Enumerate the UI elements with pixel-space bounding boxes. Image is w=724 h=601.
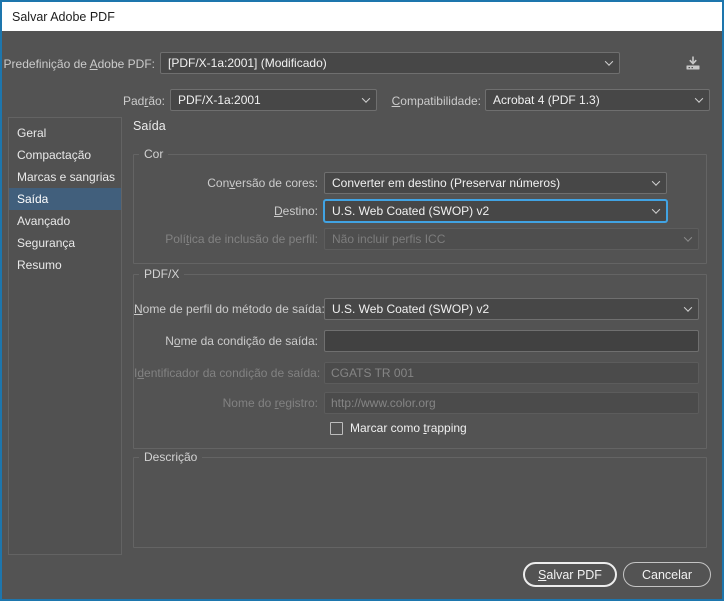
chevron-down-icon [683,233,693,242]
settings-category-list: Geral Compactação Marcas e sangrias Saíd… [8,117,122,555]
trapping-row[interactable]: Marcar como trapping [330,417,467,439]
trapping-checkbox-label: Marcar como trapping [350,421,467,435]
color-conversion-label: Conversão de cores: [207,176,318,190]
output-condition-name-label: Nome da condição de saída: [165,334,318,348]
download-icon [686,56,700,70]
output-intent-select[interactable]: U.S. Web Coated (SWOP) v2 [324,298,699,320]
chevron-down-icon [604,57,614,66]
sidebar-item-saida[interactable]: Saída [9,188,121,210]
output-condition-name-row: Nome da condição de saída: [134,330,699,352]
profile-policy-label: Política de inclusão de perfil: [165,232,318,246]
panel-title: Saída [133,119,166,133]
color-conversion-select[interactable]: Converter em destino (Preservar números) [324,172,667,194]
sidebar-item-avancado[interactable]: Avançado [9,210,121,232]
dialog-title: Salvar Adobe PDF [12,9,115,24]
sidebar-item-seguranca[interactable]: Segurança [9,232,121,254]
output-panel: Saída Cor Conversão de cores: Converter … [130,117,712,557]
chevron-down-icon [361,94,371,103]
sidebar-item-geral[interactable]: Geral [9,122,121,144]
compatibility-label: Compatibilidade: [391,94,481,108]
output-intent-select-value: U.S. Web Coated (SWOP) v2 [332,302,490,316]
profile-policy-row: Política de inclusão de perfil: Não incl… [134,228,699,250]
destination-row: Destino: U.S. Web Coated (SWOP) v2 [134,200,667,222]
compatibility-select[interactable]: Acrobat 4 (PDF 1.3) [485,89,710,111]
compatibility-select-value: Acrobat 4 (PDF 1.3) [493,93,600,107]
destination-select-value: U.S. Web Coated (SWOP) v2 [332,204,490,218]
preset-select[interactable]: [PDF/X-1a:2001] (Modificado) [160,52,620,74]
preset-label: Predefinição de Adobe PDF: [3,57,155,71]
color-group: Cor Conversão de cores: Converter em des… [133,147,707,264]
save-adobe-pdf-dialog: Salvar Adobe PDF Predefinição de Adobe P… [0,0,724,601]
profile-policy-select-value: Não incluir perfis ICC [332,232,446,246]
registry-name-label: Nome do registro: [222,396,318,410]
color-group-legend: Cor [139,147,169,162]
sidebar-item-resumo[interactable]: Resumo [9,254,121,276]
standard-select-value: PDF/X-1a:2001 [178,93,261,107]
destination-label: Destino: [273,204,318,218]
profile-policy-select: Não incluir perfis ICC [324,228,699,250]
chevron-down-icon [683,303,693,312]
chevron-down-icon [651,177,661,186]
trapping-checkbox[interactable] [330,421,343,435]
sidebar-item-marcas-e-sangrias[interactable]: Marcas e sangrias [9,166,121,188]
standard-label: Padrão: [122,94,165,108]
output-condition-id-input [324,362,699,384]
output-condition-id-label: Identificador da condição de saída: [134,366,321,380]
output-intent-row: Nome de perfil do método de saída: U.S. … [134,298,699,320]
output-condition-id-row: Identificador da condição de saída: [134,362,699,384]
save-pdf-button[interactable]: Salvar PDF [523,562,617,587]
preset-select-value: [PDF/X-1a:2001] (Modificado) [168,56,327,70]
registry-name-input [324,392,699,414]
download-preset-button[interactable] [674,52,712,74]
destination-select[interactable]: U.S. Web Coated (SWOP) v2 [324,200,667,222]
output-condition-name-input[interactable] [324,330,699,352]
chevron-down-icon [651,205,661,214]
description-group: Descrição [133,450,707,548]
color-conversion-row: Conversão de cores: Converter em destino… [134,172,667,194]
registry-name-row: Nome do registro: [134,392,699,414]
description-group-legend: Descrição [139,450,203,465]
color-conversion-select-value: Converter em destino (Preservar números) [332,176,561,190]
sidebar-item-compactacao[interactable]: Compactação [9,144,121,166]
output-intent-label: Nome de perfil do método de saída: [134,302,325,316]
description-content [134,458,706,478]
standard-select[interactable]: PDF/X-1a:2001 [170,89,377,111]
pdfx-group-legend: PDF/X [139,267,185,282]
cancel-button[interactable]: Cancelar [623,562,711,587]
chevron-down-icon [694,94,704,103]
title-bar[interactable]: Salvar Adobe PDF [2,2,722,31]
pdfx-group: PDF/X Nome de perfil do método de saída:… [133,267,707,449]
